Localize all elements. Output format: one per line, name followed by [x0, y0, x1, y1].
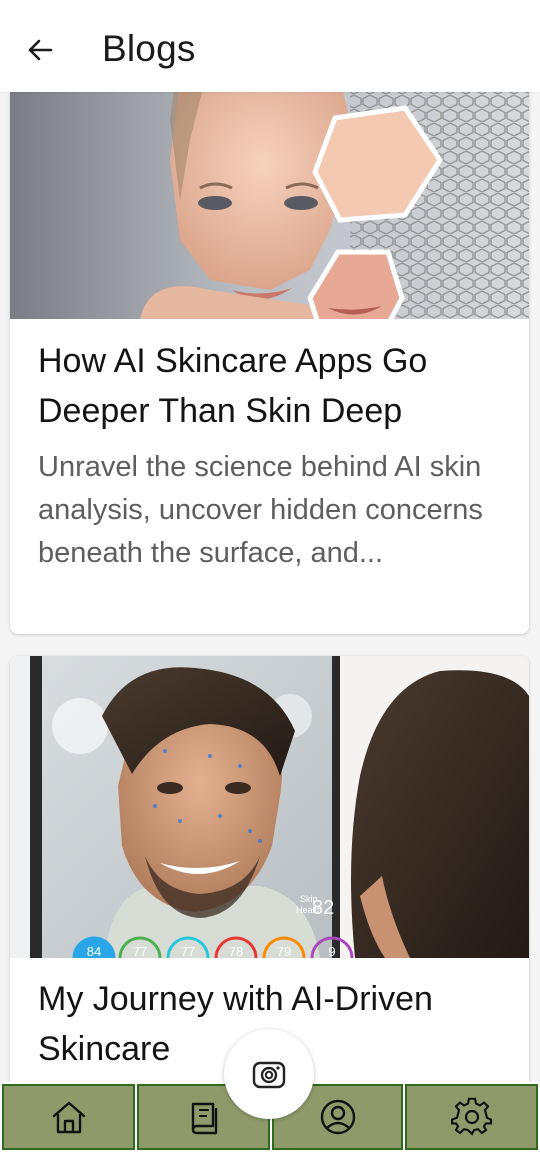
blog-excerpt: Unravel the science behind AI skin analy… — [38, 451, 483, 569]
book-icon — [191, 1102, 217, 1135]
profile-icon — [320, 1099, 355, 1135]
home-icon — [52, 1101, 85, 1134]
nav-settings[interactable] — [405, 1084, 538, 1150]
svg-text:77: 77 — [133, 944, 147, 958]
blog-thumbnail-image — [10, 92, 529, 319]
camera-icon — [252, 1061, 286, 1089]
blog-feed[interactable]: How AI Skincare Apps Go Deeper Than Skin… — [0, 92, 540, 1084]
blog-card[interactable]: How AI Skincare Apps Go Deeper Than Skin… — [10, 92, 529, 634]
blog-title[interactable]: How AI Skincare Apps Go Deeper Than Skin… — [10, 336, 529, 436]
svg-text:84: 84 — [87, 944, 101, 958]
svg-text:82: 82 — [312, 897, 334, 919]
back-button[interactable] — [22, 32, 58, 68]
man-mirror-illustration: 84 77 77 78 79 9 Skin Health 82 — [10, 656, 529, 958]
svg-text:77: 77 — [181, 944, 195, 958]
camera-button[interactable] — [224, 1029, 314, 1119]
woman-face-illustration — [10, 92, 529, 319]
app-header: Blogs — [0, 0, 540, 92]
arrow-left-icon — [28, 39, 53, 61]
svg-text:9: 9 — [328, 944, 335, 958]
svg-text:78: 78 — [229, 944, 243, 958]
svg-text:79: 79 — [277, 944, 291, 958]
settings-icon — [450, 1097, 492, 1136]
nav-home[interactable] — [2, 1084, 135, 1150]
blog-card[interactable]: 84 77 77 78 79 9 Skin Health 82 My Journ… — [10, 656, 529, 1084]
blog-thumbnail-image: 84 77 77 78 79 9 Skin Health 82 — [10, 656, 529, 958]
page-title: Blogs — [102, 28, 196, 69]
